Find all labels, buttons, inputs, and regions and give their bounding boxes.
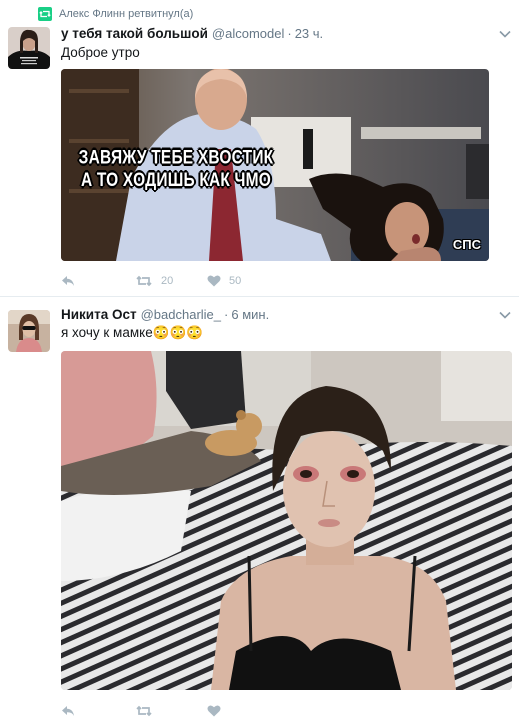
timestamp[interactable]: 23 ч.	[295, 26, 323, 41]
timestamp[interactable]: 6 мин.	[231, 307, 269, 322]
retweet-button[interactable]	[135, 705, 207, 717]
like-button[interactable]	[207, 705, 277, 717]
heart-icon	[207, 705, 221, 717]
tweet-header: Никита Ост @badcharlie_ · 6 мин.	[61, 307, 269, 322]
reply-icon	[61, 275, 75, 287]
tweet-alcomodel[interactable]: Алекс Флинн ретвитнул(а) у тебя такой бо…	[0, 0, 519, 297]
avatar[interactable]	[8, 27, 50, 69]
separator: ·	[224, 307, 229, 322]
like-count: 50	[229, 275, 242, 287]
username[interactable]: @alcomodel	[212, 26, 284, 41]
tweet-photo[interactable]: ЗАВЯЖУ ТЕБЕ ХВОСТИК А ТО ХОДИШЬ КАК ЧМО …	[61, 69, 489, 261]
tweet-badcharlie[interactable]: Никита Ост @badcharlie_ · 6 мин. я хочу …	[0, 298, 519, 722]
meme-caption-line2: А ТО ХОДИШЬ КАК ЧМО	[80, 169, 272, 191]
heart-icon	[207, 275, 221, 287]
like-button[interactable]: 50	[207, 275, 277, 287]
avatar[interactable]	[8, 310, 50, 352]
meme-corner-text: СПС	[452, 237, 481, 252]
tweet-text: Доброе утро	[61, 45, 140, 60]
retweeter-label: Алекс Флинн ретвитнул(а)	[59, 8, 194, 20]
retweet-context-icon	[38, 7, 52, 21]
retweet-icon	[135, 275, 153, 287]
separator: ·	[287, 26, 292, 41]
retweet-count: 20	[161, 275, 174, 287]
reply-icon	[61, 705, 75, 717]
retweet-icon	[135, 705, 153, 717]
reply-button[interactable]	[61, 275, 135, 287]
meme-caption: ЗАВЯЖУ ТЕБЕ ХВОСТИК А ТО ХОДИШЬ КАК ЧМО	[71, 147, 281, 192]
tweet-text: я хочу к мамке😳😳😳	[61, 325, 204, 340]
meme-caption-line1: ЗАВЯЖУ ТЕБЕ ХВОСТИК	[78, 147, 274, 169]
tweet-photo[interactable]	[61, 351, 512, 690]
retweet-button[interactable]: 20	[135, 275, 207, 287]
retweet-context[interactable]: Алекс Флинн ретвитнул(а)	[38, 7, 193, 21]
fullname[interactable]: Никита Ост	[61, 307, 137, 322]
fullname[interactable]: у тебя такой большой	[61, 26, 208, 41]
chevron-down-icon[interactable]	[499, 30, 511, 38]
tweet-actions: 20 50	[61, 273, 277, 289]
tweet-actions	[61, 703, 277, 719]
username[interactable]: @badcharlie_	[141, 307, 221, 322]
tweet-header: у тебя такой большой @alcomodel · 23 ч.	[61, 26, 323, 41]
reply-button[interactable]	[61, 705, 135, 717]
chevron-down-icon[interactable]	[499, 311, 511, 319]
